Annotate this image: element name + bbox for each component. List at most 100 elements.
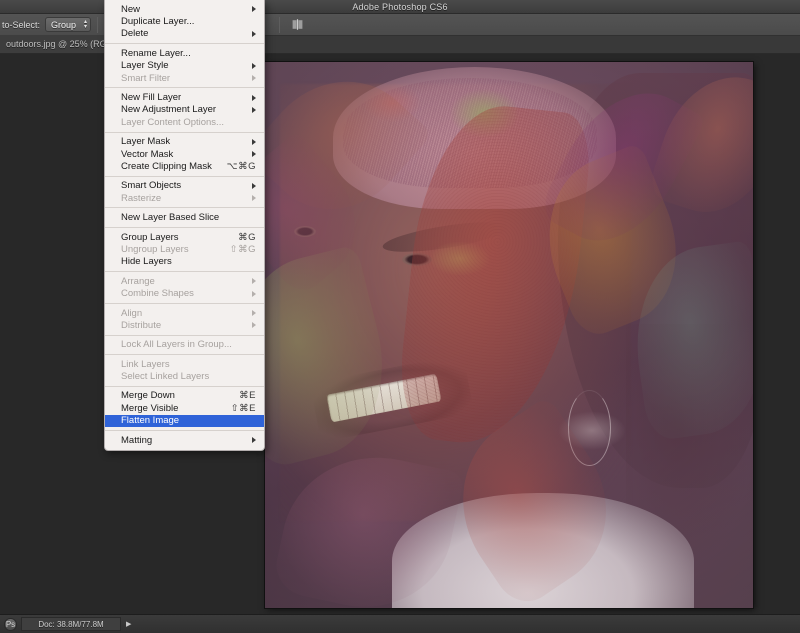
chevron-updown-icon: ▴▾ [84,20,87,30]
menu-item-label: Smart Objects [121,180,244,191]
menu-item-layer-mask[interactable]: Layer Mask [105,136,264,148]
menu-item-label: Merge Down [121,390,229,401]
menu-separator [105,303,264,304]
menu-item-layer-style[interactable]: Layer Style [105,60,264,72]
app-title: Adobe Photoshop CS6 [352,2,447,12]
menu-item-label: Matting [121,435,244,446]
menu-item-new-fill-layer[interactable]: New Fill Layer [105,91,264,103]
menu-separator [105,227,264,228]
canvas-artwork [265,62,753,608]
auto-select-scope-value: Group [51,20,76,30]
menu-item-label: Layer Mask [121,136,244,147]
menu-item-label: New [121,4,244,15]
menu-item-label: New Adjustment Layer [121,104,244,115]
submenu-arrow-icon [252,322,256,328]
menu-separator [105,354,264,355]
menu-item-new-layer-based-slice[interactable]: New Layer Based Slice [105,211,264,223]
auto-select-label: to-Select: [2,20,40,30]
menu-item-delete[interactable]: Delete [105,28,264,40]
submenu-arrow-icon [252,75,256,81]
menu-item-create-clipping-mask[interactable]: Create Clipping Mask⌥⌘G [105,160,264,172]
menu-item-arrange: Arrange [105,275,264,287]
menu-item-combine-shapes: Combine Shapes [105,287,264,299]
menu-item-label: Flatten Image [121,415,256,426]
submenu-arrow-icon [252,151,256,157]
menu-item-label: Distribute [121,320,244,331]
menu-item-shortcut: ⌘G [238,232,256,243]
expand-arrow-icon[interactable]: ▶ [126,620,131,628]
status-bar: Ps Doc: 38.8M/77.8M ▶ [0,614,800,633]
menu-item-label: Layer Style [121,60,244,71]
menu-item-label: Layer Content Options... [121,117,256,128]
menu-item-distribute: Distribute [105,319,264,331]
menu-item-shortcut: ⇧⌘G [230,244,256,255]
menu-item-layer-content-options: Layer Content Options... [105,116,264,128]
menu-item-label: Rename Layer... [121,48,256,59]
document-size-field[interactable]: Doc: 38.8M/77.8M [21,617,121,631]
menu-separator [105,132,264,133]
menu-separator [105,43,264,44]
toolbar-divider-3 [279,17,280,33]
submenu-arrow-icon [252,310,256,316]
layer-menu[interactable]: NewDuplicate Layer...Delete Rename Layer.… [104,0,265,451]
menu-separator [105,430,264,431]
menu-item-ungroup-layers: Ungroup Layers ⇧⌘G [105,243,264,255]
image-canvas[interactable] [265,62,753,608]
menu-separator [105,271,264,272]
menu-separator [105,207,264,208]
menu-item-shortcut: ⌥⌘G [227,161,256,172]
submenu-arrow-icon [252,291,256,297]
menu-item-label: Combine Shapes [121,288,244,299]
menu-item-smart-objects[interactable]: Smart Objects [105,180,264,192]
toolbar-divider-1 [97,17,98,33]
menu-item-new[interactable]: New [105,3,264,15]
menu-item-group-layers[interactable]: Group Layers⌘G [105,231,264,243]
submenu-arrow-icon [252,195,256,201]
menu-item-label: Smart Filter [121,73,244,84]
menu-item-shortcut: ⌘E [239,390,256,401]
submenu-arrow-icon [252,31,256,37]
menu-item-align: Align [105,307,264,319]
menu-item-new-adjustment-layer[interactable]: New Adjustment Layer [105,104,264,116]
document-size-label: Doc: 38.8M/77.8M [38,620,103,629]
submenu-arrow-icon [252,107,256,113]
menu-item-label: Lock All Layers in Group... [121,339,256,350]
submenu-arrow-icon [252,63,256,69]
menu-item-label: Rasterize [121,193,244,204]
menu-item-label: Hide Layers [121,256,256,267]
menu-separator [105,176,264,177]
menu-item-rename-layer[interactable]: Rename Layer... [105,47,264,59]
submenu-arrow-icon [252,95,256,101]
menu-item-merge-visible[interactable]: Merge Visible ⇧⌘E [105,402,264,414]
menu-item-label: Link Layers [121,359,256,370]
menu-item-merge-down[interactable]: Merge Down ⌘E [105,390,264,402]
menu-item-label: Delete [121,28,244,39]
menu-item-matting[interactable]: Matting [105,434,264,446]
photoshop-orb-icon: Ps [4,618,17,631]
menu-item-label: Merge Visible [121,403,221,414]
submenu-arrow-icon [252,139,256,145]
auto-select-scope-dropdown[interactable]: Group ▴▾ [45,17,91,32]
menu-item-label: New Fill Layer [121,92,244,103]
menu-separator [105,87,264,88]
photoshop-window: Adobe Photoshop CS6 to-Select: Group ▴▾ … [0,0,800,633]
menu-item-shortcut: ⇧⌘E [231,403,256,414]
submenu-arrow-icon [252,183,256,189]
menu-item-duplicate-layer[interactable]: Duplicate Layer... [105,15,264,27]
menu-item-select-linked-layers: Select Linked Layers [105,370,264,382]
menu-item-flatten-image[interactable]: Flatten Image [105,415,264,427]
menu-separator [105,386,264,387]
auto-align-layers-icon[interactable] [290,17,306,33]
submenu-arrow-icon [252,437,256,443]
menu-item-link-layers: Link Layers [105,358,264,370]
submenu-arrow-icon [252,278,256,284]
menu-item-rasterize: Rasterize [105,192,264,204]
submenu-arrow-icon [252,6,256,12]
menu-item-label: Vector Mask [121,149,244,160]
menu-item-label: Align [121,308,244,319]
menu-item-label: Ungroup Layers [121,244,220,255]
menu-item-vector-mask[interactable]: Vector Mask [105,148,264,160]
menu-separator [105,335,264,336]
menu-item-smart-filter: Smart Filter [105,72,264,84]
menu-item-hide-layers[interactable]: Hide Layers [105,256,264,268]
